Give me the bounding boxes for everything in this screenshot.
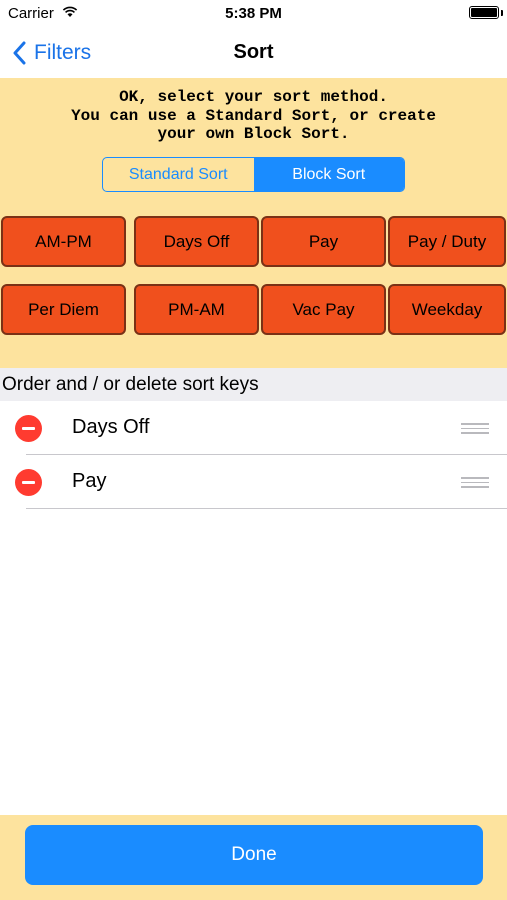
instructions-text: OK, select your sort method. You can use… [71, 88, 436, 143]
sort-button-pm-am[interactable]: PM-AM [134, 284, 259, 335]
sort-method-panel: OK, select your sort method. You can use… [0, 78, 507, 368]
battery-tip [501, 10, 503, 16]
sort-key-label: Days Off [72, 416, 150, 438]
sort-button-am-pm[interactable]: AM-PM [1, 216, 126, 267]
footer-bar: Done [0, 815, 507, 900]
list-item: Days Off [0, 401, 507, 455]
status-bar: Carrier 5:38 PM [0, 0, 507, 28]
segment-standard-sort[interactable]: Standard Sort [103, 158, 254, 191]
sort-button-days-off[interactable]: Days Off [134, 216, 259, 267]
sort-button-pay[interactable]: Pay [261, 216, 386, 267]
done-button[interactable]: Done [25, 825, 483, 885]
delete-minus-icon[interactable] [15, 415, 42, 442]
navigation-bar: Filters Sort [0, 28, 507, 78]
sort-button-weekday[interactable]: Weekday [388, 284, 506, 335]
battery-icon [469, 6, 499, 19]
reorder-handle-icon[interactable] [461, 423, 489, 434]
list-item: Pay [0, 455, 507, 509]
page-title: Sort [233, 41, 274, 63]
section-header: Order and / or delete sort keys [0, 368, 507, 401]
delete-minus-icon[interactable] [15, 469, 42, 496]
sort-type-segmented-control: Standard Sort Block Sort [102, 157, 405, 192]
sort-button-per-diem[interactable]: Per Diem [1, 284, 126, 335]
sort-button-pay-duty[interactable]: Pay / Duty [388, 216, 506, 267]
clock: 5:38 PM [225, 5, 282, 22]
sort-button-vac-pay[interactable]: Vac Pay [261, 284, 386, 335]
sort-key-label: Pay [72, 470, 107, 492]
row-divider [26, 508, 507, 509]
reorder-handle-icon[interactable] [461, 477, 489, 488]
segment-block-sort[interactable]: Block Sort [253, 158, 404, 191]
